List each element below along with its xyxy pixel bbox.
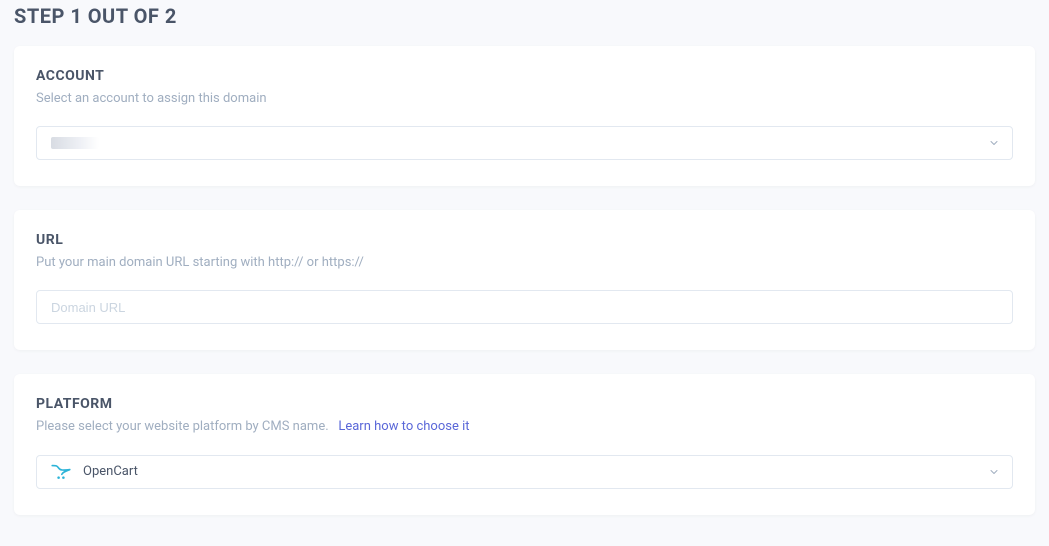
account-card: ACCOUNT Select an account to assign this… — [14, 46, 1035, 186]
opencart-icon — [51, 464, 71, 480]
chevron-down-icon — [988, 466, 1000, 478]
account-description: Select an account to assign this domain — [36, 90, 1013, 108]
url-card: URL Put your main domain URL starting wi… — [14, 210, 1035, 350]
learn-how-link[interactable]: Learn how to choose it — [338, 419, 469, 434]
platform-card: PLATFORM Please select your website plat… — [14, 374, 1035, 514]
platform-description-text: Please select your website platform by C… — [36, 419, 329, 434]
step-title: STEP 1 OUT OF 2 — [14, 0, 1035, 46]
chevron-down-icon — [988, 137, 1000, 149]
platform-description: Please select your website platform by C… — [36, 418, 1013, 436]
platform-selected-value: OpenCart — [83, 464, 138, 479]
account-heading: ACCOUNT — [36, 68, 1013, 84]
platform-select[interactable]: OpenCart — [36, 455, 1013, 489]
platform-heading: PLATFORM — [36, 396, 1013, 412]
url-description: Put your main domain URL starting with h… — [36, 254, 1013, 272]
account-select[interactable] — [36, 126, 1013, 160]
url-heading: URL — [36, 232, 1013, 248]
url-input[interactable] — [36, 290, 1013, 324]
account-selected-value — [51, 137, 99, 149]
